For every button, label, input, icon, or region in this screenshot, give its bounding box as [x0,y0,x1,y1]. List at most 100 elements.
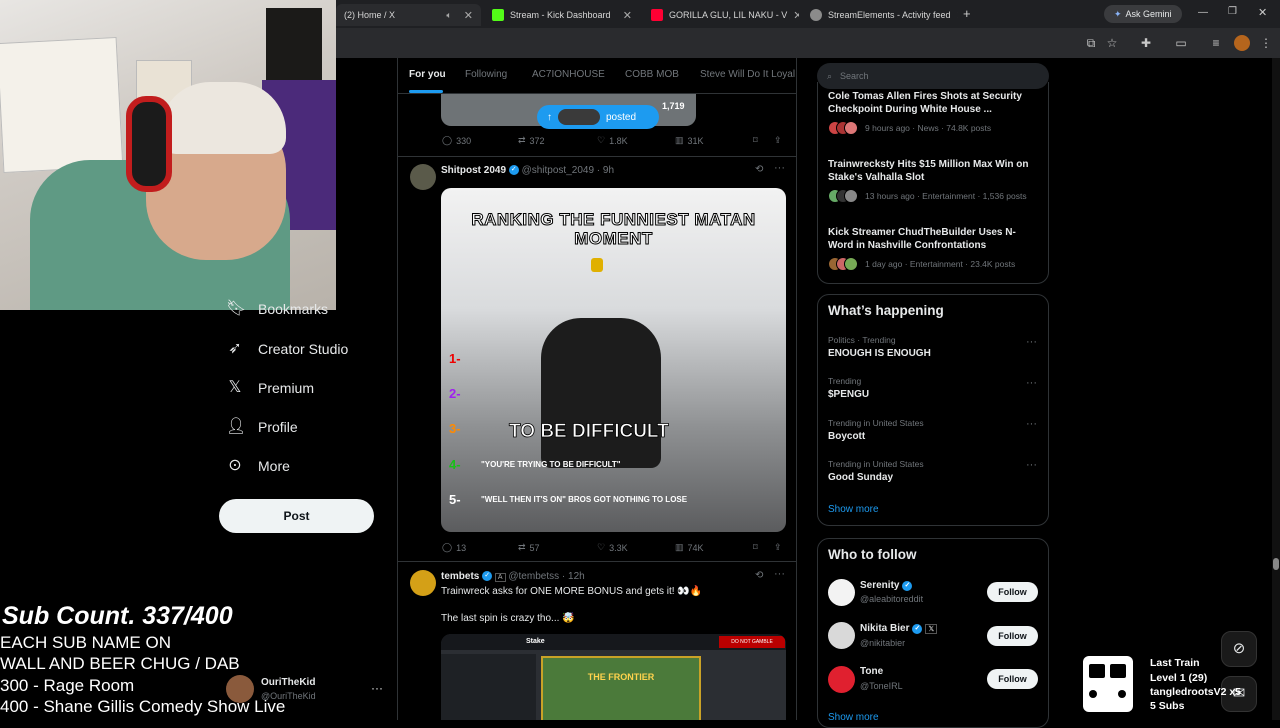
follow-name[interactable]: Tone [860,666,883,677]
reply-icon: ◯ [442,542,453,552]
post-avatar[interactable] [410,570,436,596]
post-time[interactable]: 12h [568,571,585,582]
close-tab-icon[interactable]: ✕ [464,9,473,22]
page-scrollbar[interactable] [1272,58,1280,720]
post-author-handle[interactable]: @tembetss [508,571,559,582]
nav-premium[interactable]: 𝕏 Premium [226,379,314,397]
show-more-link[interactable]: Show more [828,504,879,515]
trend-more-icon[interactable]: ··· [1026,377,1037,389]
trend-more-icon[interactable]: ··· [1026,418,1037,430]
post-video[interactable]: Stake DO NOT GAMBLE THE FRONTIER [441,634,786,720]
follow-avatar[interactable] [828,666,855,693]
stake-logo: Stake [526,638,545,645]
trend-name[interactable]: Good Sunday [828,472,893,483]
follow-button[interactable]: Follow [987,582,1038,602]
verified-badge-icon: ✓ [902,580,913,591]
speaker-icon[interactable]: 🔈︎ [446,10,451,21]
follow-avatar[interactable] [828,579,855,606]
trend-more-icon[interactable]: ··· [1026,336,1037,348]
minimize-window-icon[interactable]: — [1198,7,1208,18]
views-button[interactable]: ▥ 31K [675,135,704,146]
tab-following[interactable]: Following [465,69,507,80]
split-view-icon[interactable]: ▭ [1173,35,1189,51]
reading-list-icon[interactable]: ≡ [1208,35,1224,51]
close-tab-icon[interactable]: ✕ [793,9,799,22]
tab-ac7ionhouse[interactable]: AC7IONHOUSE [532,69,605,80]
tab-cobb-mob[interactable]: COBB MOB [625,69,679,80]
post-time[interactable]: 9h [603,165,614,176]
news-item-title[interactable]: Trainwrecksty Hits $15 Million Max Win o… [828,158,1038,184]
video-caption: TO BE DIFFICULT [509,421,670,443]
verified-badge-icon: ✓ [508,165,519,176]
grok-float-icon[interactable]: ⊘ [1221,631,1257,667]
bookmark-post-button[interactable]: ⌑ [753,542,758,553]
trend-name[interactable]: Boycott [828,431,865,442]
follow-avatar[interactable] [828,622,855,649]
rank-label: 2- [449,386,461,401]
trend-name[interactable]: ENOUGH IS ENOUGH [828,348,931,359]
repost-button[interactable]: ⇄ 57 [518,542,540,553]
trend-more-icon[interactable]: ··· [1026,459,1037,471]
nav-bookmarks[interactable]: 🔖︎ Bookmarks [226,300,328,318]
follow-name[interactable]: Nikita Bier ✓ 𝕏 [860,623,938,634]
new-posts-pill[interactable]: ↑ posted [537,105,659,129]
menu-dots-icon[interactable]: ⋮ [1258,35,1274,51]
reply-button[interactable]: ◯ 330 [442,135,471,146]
tab-steve-will-do-it[interactable]: Steve Will Do It Loyal [700,69,795,80]
share-button[interactable]: ⇪ [774,542,782,553]
ask-gemini-button[interactable]: ✦ Ask Gemini [1104,5,1182,23]
profile-avatar[interactable] [1234,35,1250,51]
show-more-link[interactable]: Show more [828,712,879,723]
post-divider [398,156,796,157]
views-button[interactable]: ▥ 74K [675,542,704,553]
cursor-hand-icon [591,258,603,272]
post-author-name[interactable]: Shitpost 2049 [441,165,506,176]
post-author-handle[interactable]: @shitpost_2049 [522,165,594,176]
trend-name[interactable]: $PENGU [828,389,869,400]
post-more-icon[interactable]: ··· [774,568,785,580]
post-video[interactable]: RANKING THE FUNNIEST MATAN MOMENT 1- 2- … [441,188,786,532]
post-author-name[interactable]: tembets [441,571,479,582]
close-window-icon[interactable]: ✕ [1258,6,1267,19]
post-avatar[interactable] [410,164,436,190]
active-tab-indicator [409,90,443,93]
bookmark-star-icon[interactable]: ☆ [1104,35,1120,51]
tab-youtube[interactable]: GORILLA GLU, LIL NAKU - V ✕ [643,4,799,26]
tab-x-home[interactable]: (2) Home / X 🔈︎ ✕ [336,4,481,26]
follow-handle: @ToneIRL [860,681,903,691]
follow-button[interactable]: Follow [987,626,1038,646]
news-item-meta: 13 hours ago · Entertainment · 1,536 pos… [865,191,1027,201]
follow-name[interactable]: Serenity ✓ [860,580,913,591]
reply-button[interactable]: ◯ 13 [442,542,466,553]
account-name: OuriTheKid [261,677,316,688]
nav-creator-studio[interactable]: ➶ Creator Studio [226,340,348,358]
repost-button[interactable]: ⇄ 372 [518,135,545,146]
install-app-icon[interactable]: ⧉ [1083,35,1099,51]
tab-streamelements[interactable]: StreamElements - Activity feed ✕ [802,4,958,26]
nav-more[interactable]: ⊙ More [226,457,290,475]
like-button[interactable]: ♡ 3.3K [597,542,628,553]
news-item-title[interactable]: Cole Tomas Allen Fires Shots at Security… [828,90,1038,116]
bookmark-post-button[interactable]: ⌑ [753,135,758,146]
rocket-icon: ➶ [228,340,242,357]
like-button[interactable]: ♡ 1.8K [597,135,628,146]
grok-icon[interactable]: ⟲ [755,164,763,175]
post-more-icon[interactable]: ··· [774,162,785,174]
repost-icon: ⇄ [518,542,526,552]
close-tab-icon[interactable]: ✕ [623,9,632,22]
grok-icon[interactable]: ⟲ [755,570,763,581]
tab-for-you[interactable]: For you [409,69,446,80]
tab-kick-dashboard[interactable]: Stream - Kick Dashboard ✕ [484,4,640,26]
share-button[interactable]: ⇪ [774,135,782,146]
follow-button[interactable]: Follow [987,669,1038,689]
post-button[interactable]: Post [219,499,374,533]
extensions-icon[interactable]: ✚ [1138,35,1154,51]
nav-profile[interactable]: 👤︎ Profile [226,418,298,436]
person-in-video [541,318,661,468]
close-tab-icon[interactable]: ✕ [957,9,958,22]
restore-window-icon[interactable]: ❐ [1228,6,1237,17]
new-tab-button[interactable]: + [963,6,971,21]
news-item-title[interactable]: Kick Streamer ChudTheBuilder Uses N-Word… [828,226,1038,252]
account-menu-icon[interactable]: ··· [371,681,383,695]
scrollbar-thumb[interactable] [1273,558,1279,570]
